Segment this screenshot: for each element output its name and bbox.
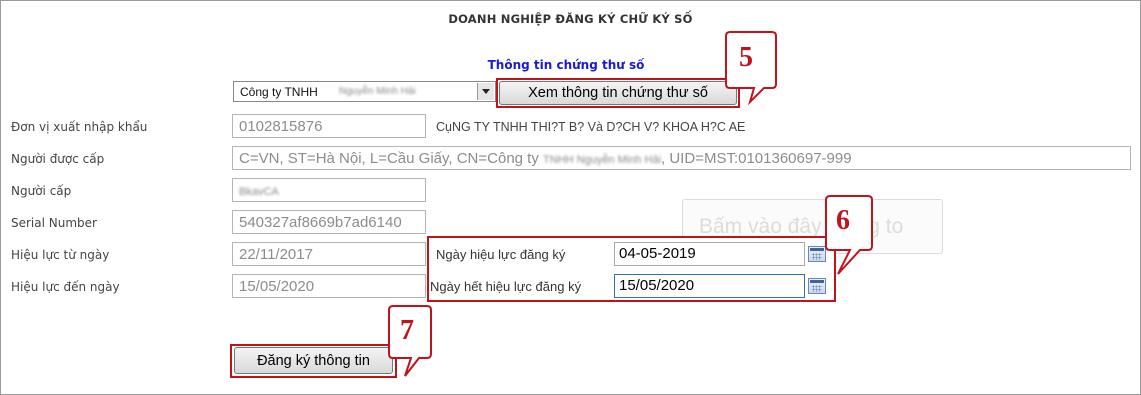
- valid-to-label: Hiệu lực đến ngày: [11, 280, 120, 294]
- serial-number-label: Serial Number: [11, 216, 97, 230]
- serial-number-field: 540327af8669b7ad6140: [232, 210, 426, 234]
- chevron-down-icon[interactable]: [477, 83, 494, 100]
- import-export-unit-field: 0102815876: [232, 114, 426, 138]
- issuer-value-blurred: BkavCA: [239, 186, 279, 198]
- callout-step5: 5: [716, 30, 806, 110]
- issued-to-field: C=VN, ST=Hà Nội, L=Cầu Giấy, CN=Công ty …: [232, 146, 1131, 170]
- step5-number: 5: [739, 42, 753, 73]
- issued-to-label: Người được cấp: [11, 152, 105, 166]
- callout-step7: 7: [383, 305, 463, 386]
- valid-from-field: 22/11/2017: [232, 242, 426, 266]
- step7-number: 7: [400, 315, 414, 346]
- register-button[interactable]: Đăng ký thông tin: [234, 347, 393, 374]
- issued-to-value-start: C=VN, ST=Hà Nội, L=Cầu Giấy, CN=Công ty: [239, 150, 539, 167]
- certificate-select-value: Công ty TNHH: [240, 85, 318, 99]
- certificate-select-value-blurred: Nguyễn Minh Hải: [339, 86, 416, 97]
- registration-end-label: Ngày hết hiệu lực đăng ký: [430, 279, 582, 294]
- registration-start-label: Ngày hiệu lực đăng ký: [436, 247, 566, 262]
- issued-to-value-blurred: TNHH Nguyễn Minh Hải: [543, 154, 662, 166]
- view-certificate-button[interactable]: Xem thông tin chứng thư số: [499, 81, 737, 105]
- issued-to-value-end: , UID=MST:0101360697-999: [661, 150, 852, 167]
- registration-end-input[interactable]: 15/05/2020: [614, 274, 805, 298]
- company-name-text: CụNG TY TNHH THI?T B? Và D?CH V? KHOA H?…: [436, 120, 746, 134]
- import-export-unit-label: Đơn vị xuất nhập khẩu: [11, 120, 148, 134]
- registration-start-input[interactable]: 04-05-2019: [614, 242, 805, 266]
- section-title: Thông tin chứng thư số: [487, 58, 645, 72]
- callout-step6: 6: [820, 194, 910, 284]
- issuer-label: Người cấp: [11, 184, 72, 198]
- valid-from-label: Hiệu lực từ ngày: [11, 248, 110, 262]
- step6-number: 6: [836, 205, 850, 236]
- valid-to-field: 15/05/2020: [232, 274, 426, 298]
- page-title: DOANH NGHIỆP ĐĂNG KÝ CHỮ KÝ SỐ: [448, 12, 693, 26]
- issuer-field: BkavCA: [232, 178, 426, 202]
- certificate-select[interactable]: Công ty TNHH Nguyễn Minh Hải: [233, 81, 496, 102]
